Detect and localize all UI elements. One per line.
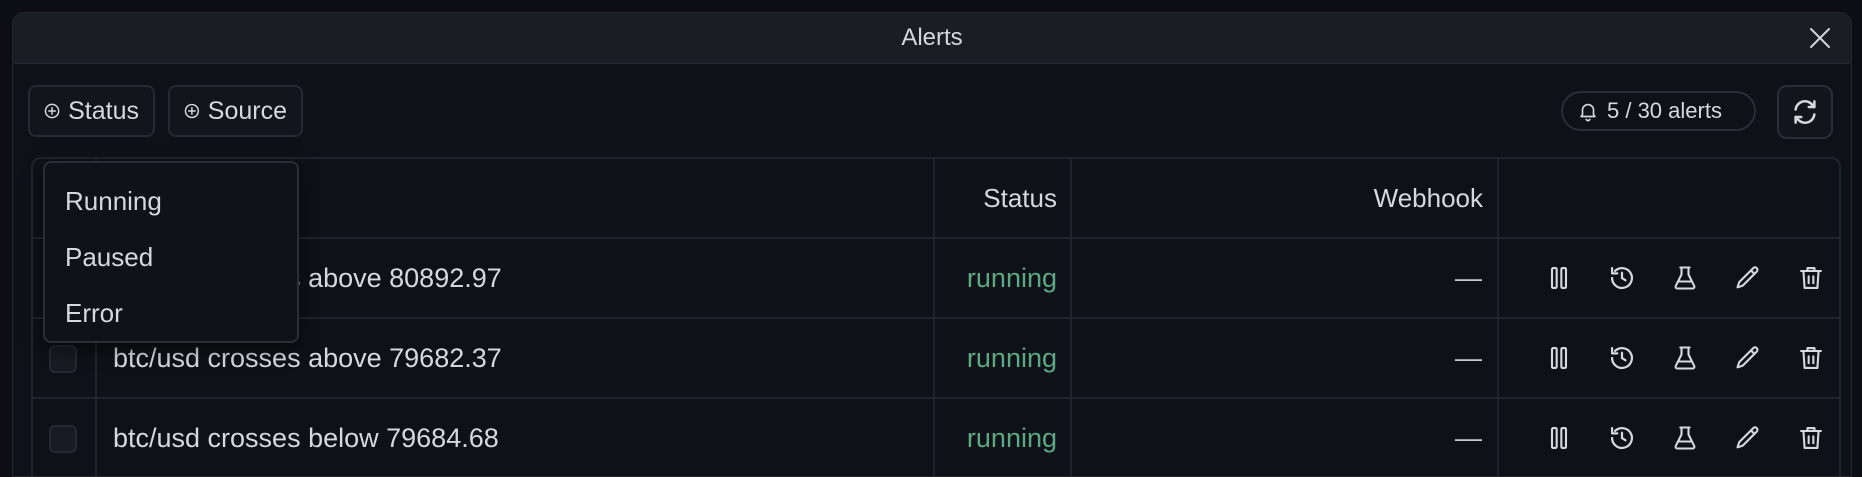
trash-icon — [1800, 427, 1822, 449]
history-button[interactable] — [1604, 340, 1640, 376]
test-button[interactable] — [1667, 260, 1703, 296]
delete-button[interactable] — [1793, 260, 1829, 296]
pause-icon — [1550, 427, 1568, 449]
status-option-error[interactable]: Error — [45, 285, 297, 341]
alert-status: running — [966, 423, 1057, 453]
column-header-status[interactable]: Status — [935, 159, 1057, 237]
alerts-dialog: Alerts Status Source 5 / 30 alerts Statu… — [12, 12, 1852, 477]
flask-icon — [1674, 426, 1696, 450]
edit-button[interactable] — [1730, 260, 1766, 296]
status-filter-menu: Running Paused Error — [43, 161, 299, 343]
alert-status: running — [966, 343, 1057, 373]
alert-status: running — [966, 263, 1057, 293]
refresh-icon — [1794, 100, 1816, 124]
row-checkbox[interactable] — [49, 425, 77, 453]
flask-icon — [1674, 346, 1696, 370]
pause-button[interactable] — [1541, 260, 1577, 296]
alert-webhook: — — [1455, 343, 1482, 373]
close-icon — [1810, 28, 1830, 48]
trash-icon — [1800, 267, 1822, 289]
source-filter-button[interactable]: Source — [168, 85, 303, 137]
delete-button[interactable] — [1793, 340, 1829, 376]
bell-icon — [1580, 103, 1596, 122]
history-icon — [1610, 426, 1634, 450]
trash-icon — [1800, 347, 1822, 369]
status-filter-button[interactable]: Status — [28, 85, 155, 137]
dialog-title: Alerts — [901, 24, 963, 51]
history-icon — [1610, 346, 1634, 370]
refresh-button[interactable] — [1777, 85, 1833, 139]
test-button[interactable] — [1667, 340, 1703, 376]
pencil-icon — [1736, 426, 1759, 449]
pencil-icon — [1736, 266, 1759, 289]
close-button[interactable] — [1801, 19, 1839, 57]
alerts-table: Status Webhook btc/usd crosses above 808… — [31, 157, 1841, 476]
pause-icon — [1550, 267, 1568, 289]
plus-circle-icon — [44, 103, 60, 119]
edit-button[interactable] — [1730, 420, 1766, 456]
history-button[interactable] — [1604, 260, 1640, 296]
alert-webhook: — — [1455, 423, 1482, 453]
source-filter-label: Source — [207, 96, 287, 125]
alert-count-text: 5 / 30 alerts — [1607, 98, 1722, 123]
row-checkbox[interactable] — [49, 345, 77, 373]
pause-button[interactable] — [1541, 420, 1577, 456]
history-button[interactable] — [1604, 420, 1640, 456]
dialog-titlebar: Alerts — [13, 13, 1851, 64]
status-option-paused[interactable]: Paused — [45, 229, 297, 285]
test-button[interactable] — [1667, 420, 1703, 456]
pause-icon — [1550, 347, 1568, 369]
flask-icon — [1674, 266, 1696, 290]
plus-circle-icon — [184, 103, 200, 119]
status-filter-label: Status — [68, 96, 139, 125]
pencil-icon — [1736, 346, 1759, 369]
alert-count-badge: 5 / 30 alerts — [1561, 91, 1756, 131]
delete-button[interactable] — [1793, 420, 1829, 456]
history-icon — [1610, 266, 1634, 290]
pause-button[interactable] — [1541, 340, 1577, 376]
edit-button[interactable] — [1730, 340, 1766, 376]
column-header-webhook[interactable]: Webhook — [1072, 159, 1483, 237]
status-option-running[interactable]: Running — [45, 173, 297, 229]
alert-name: btc/usd crosses below 79684.68 — [113, 423, 499, 453]
alert-webhook: — — [1455, 263, 1482, 293]
